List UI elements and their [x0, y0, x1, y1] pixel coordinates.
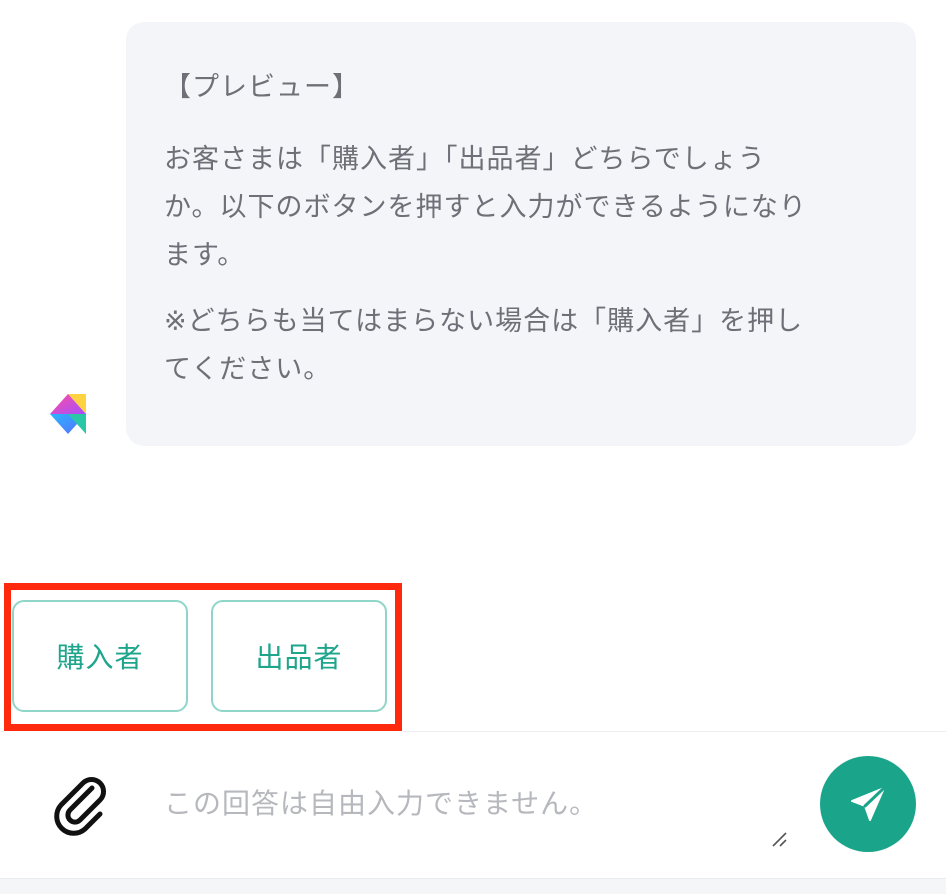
message-input[interactable]: [148, 764, 798, 864]
bottom-bar: [0, 878, 946, 894]
chat-window: 【プレビュー】 お客さまは「購入者」「出品者」どちらでしょう か。以下のボタンを…: [0, 0, 946, 894]
paper-plane-icon: [851, 786, 886, 821]
message-composer: [0, 732, 946, 880]
send-button[interactable]: [820, 756, 916, 852]
choice-button-buyer[interactable]: 購入者: [12, 600, 188, 712]
message-note: ※どちらも当てはまらない場合は「購入者」を押し てください。: [164, 306, 804, 385]
bot-logo-icon: [46, 390, 90, 438]
message-title: 【プレビュー】: [164, 72, 360, 103]
choice-button-seller[interactable]: 出品者: [211, 600, 387, 712]
bot-message-bubble: 【プレビュー】 お客さまは「購入者」「出品者」どちらでしょう か。以下のボタンを…: [126, 22, 916, 446]
resize-grip-icon[interactable]: [770, 830, 788, 848]
paperclip-icon[interactable]: [48, 772, 114, 838]
message-body: お客さまは「購入者」「出品者」どちらでしょう か。以下のボタンを押すと入力ができ…: [164, 144, 807, 271]
